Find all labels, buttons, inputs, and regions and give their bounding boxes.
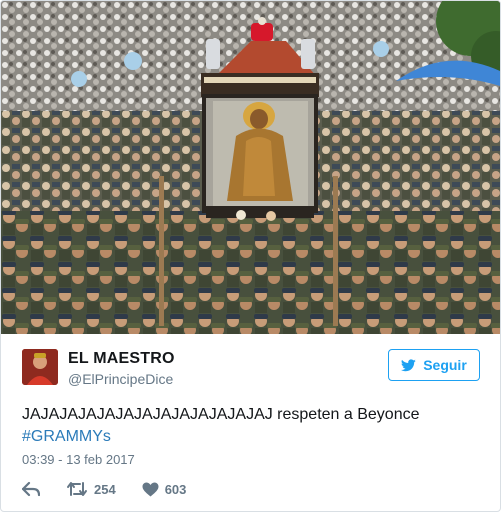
like-button[interactable]: 603 <box>142 481 187 497</box>
reply-icon <box>22 481 40 497</box>
heart-icon <box>142 482 159 496</box>
retweet-icon <box>67 482 87 496</box>
avatar[interactable] <box>22 349 58 385</box>
user-handle[interactable]: @ElPrincipeDice <box>68 371 173 387</box>
tweet-photo[interactable] <box>1 1 500 334</box>
profile-picture-icon <box>22 349 58 385</box>
crowd-procession-photo <box>1 1 500 334</box>
tweet-text: JAJAJAJAJAJAJAJAJAJAJAJAJAJ respeten a B… <box>22 404 482 448</box>
reply-button[interactable] <box>22 481 40 497</box>
twitter-bird-icon <box>401 358 416 371</box>
tweet-body: JAJAJAJAJAJAJAJAJAJAJAJAJAJ respeten a B… <box>22 406 420 423</box>
follow-button-label: Seguir <box>423 357 467 373</box>
user-name[interactable]: EL MAESTRO <box>68 350 175 368</box>
retweet-button[interactable]: 254 <box>66 481 116 497</box>
follow-button[interactable]: Seguir <box>388 349 480 381</box>
timestamp[interactable]: 03:39 - 13 feb 2017 <box>22 452 135 467</box>
tweet-card: EL MAESTRO @ElPrincipeDice Seguir JAJAJA… <box>0 0 501 512</box>
retweet-count: 254 <box>94 481 116 497</box>
hashtag-link[interactable]: #GRAMMYs <box>22 426 111 448</box>
like-count: 603 <box>164 481 187 497</box>
tweet-actions: 254 603 <box>22 480 212 498</box>
